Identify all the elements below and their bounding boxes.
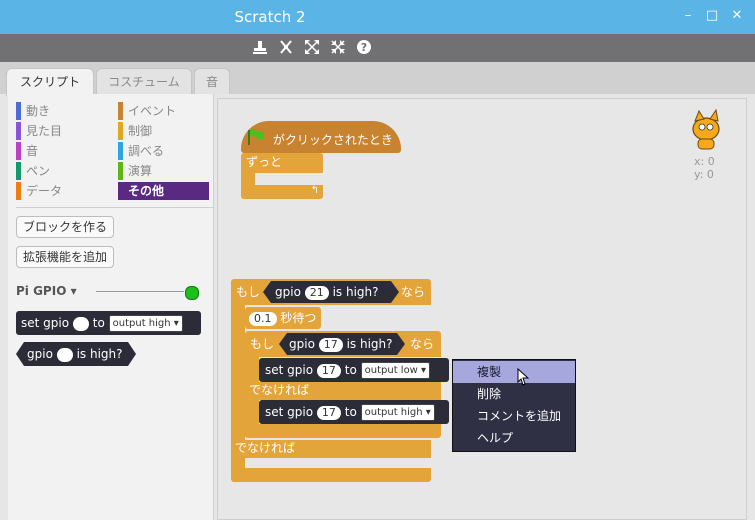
cut-scissors-icon[interactable] — [277, 39, 295, 57]
close-button[interactable]: ✕ — [729, 8, 745, 24]
add-extension-button[interactable]: 拡張機能を追加 — [16, 246, 115, 268]
minimize-button[interactable]: – — [680, 8, 696, 24]
category-control[interactable]: 制御 — [118, 122, 209, 140]
output-dropdown[interactable]: output high ▾ — [108, 315, 183, 332]
pin-17-input[interactable]: 17 — [318, 337, 343, 352]
category-more-blocks[interactable]: その他 — [118, 182, 209, 200]
category-events[interactable]: イベント — [118, 102, 209, 120]
loop-arrow-icon: ↰ — [310, 185, 319, 196]
tab-bar: スクリプト コスチューム 音 — [0, 62, 755, 96]
sprite-thumbnail-icon — [686, 108, 732, 153]
set-gpio-17-high-block[interactable]: set gpio 17 to output high ▾ — [259, 400, 449, 424]
category-sound[interactable]: 音 — [16, 142, 111, 160]
connection-status-icon — [185, 286, 199, 300]
svg-text:?: ? — [361, 41, 367, 54]
tab-sounds[interactable]: 音 — [194, 68, 230, 94]
extension-divider — [96, 291, 184, 292]
category-motion[interactable]: 動き — [16, 102, 111, 120]
hat-block-when-flag-clicked[interactable]: がクリックされたとき — [241, 121, 401, 153]
palette-set-gpio-block[interactable]: set gpio to output high ▾ — [16, 311, 201, 335]
help-icon[interactable]: ? — [355, 39, 373, 57]
tab-costumes[interactable]: コスチューム — [96, 68, 192, 94]
toolbar: ? — [0, 34, 755, 62]
block-palette: 動き 見た目 音 ペン データ イベント 制御 調べる 演算 その他 ブロックを… — [8, 94, 214, 520]
wait-block[interactable]: 0.1 秒待つ — [245, 307, 321, 329]
make-block-button[interactable]: ブロックを作る — [16, 216, 115, 238]
scripts-area[interactable]: x: 0 y: 0 がクリックされたとき ずっと ↰ もし gpio 21 is… — [217, 98, 747, 520]
maximize-button[interactable]: □ — [704, 8, 720, 24]
inner-else-bar: でなければ — [245, 382, 441, 400]
menu-item-delete[interactable]: 削除 — [453, 383, 575, 405]
sprite-x-readout: x: 0 — [694, 155, 715, 168]
window-title: Scratch 2 — [234, 8, 306, 26]
outer-else-bar: でなければ — [231, 440, 431, 458]
duplicate-stamp-icon[interactable] — [251, 39, 269, 57]
tab-scripts[interactable]: スクリプト — [6, 68, 94, 96]
category-operators[interactable]: 演算 — [118, 162, 209, 180]
category-looks[interactable]: 見た目 — [16, 122, 111, 140]
category-sensing[interactable]: 調べる — [118, 142, 209, 160]
pin-21-input[interactable]: 21 — [304, 285, 329, 300]
gpio-17-high-condition[interactable]: gpio 17 is high? — [279, 333, 405, 355]
output-low-dropdown[interactable]: output low ▾ — [360, 362, 431, 379]
gpio-pin-input-2[interactable] — [56, 347, 73, 362]
mouse-cursor-icon — [517, 367, 530, 390]
wait-seconds-input[interactable]: 0.1 — [249, 311, 277, 326]
palette-gpio-high-block[interactable]: gpio is high? — [16, 342, 136, 366]
shrink-icon[interactable] — [329, 39, 347, 57]
category-data[interactable]: データ — [16, 182, 111, 200]
category-pen[interactable]: ペン — [16, 162, 111, 180]
forever-block-bottom: ↰ — [241, 185, 323, 199]
forever-block-arm — [241, 173, 255, 185]
gpio-pin-input[interactable] — [72, 316, 89, 331]
set-high-pin-input[interactable]: 17 — [316, 405, 341, 420]
outer-if-bottom — [231, 468, 431, 482]
context-menu: 複製 削除 コメントを追加 ヘルプ — [452, 359, 576, 452]
palette-divider — [16, 207, 214, 208]
forever-block-top[interactable]: ずっと — [241, 153, 323, 173]
output-high-dropdown[interactable]: output high ▾ — [360, 404, 435, 421]
outer-else-arm — [231, 458, 245, 468]
menu-item-duplicate[interactable]: 複製 — [453, 361, 575, 383]
title-bar: Scratch 2 – □ ✕ — [0, 0, 755, 34]
menu-item-add-comment[interactable]: コメントを追加 — [453, 405, 575, 427]
outer-if-arm — [231, 305, 245, 445]
menu-item-help[interactable]: ヘルプ — [453, 427, 575, 449]
grow-icon[interactable] — [303, 39, 321, 57]
gpio-21-high-condition[interactable]: gpio 21 is high? — [263, 281, 399, 303]
extension-header[interactable]: Pi GPIO ▾ — [16, 284, 77, 298]
set-low-pin-input[interactable]: 17 — [316, 363, 341, 378]
sprite-y-readout: y: 0 — [694, 168, 714, 181]
